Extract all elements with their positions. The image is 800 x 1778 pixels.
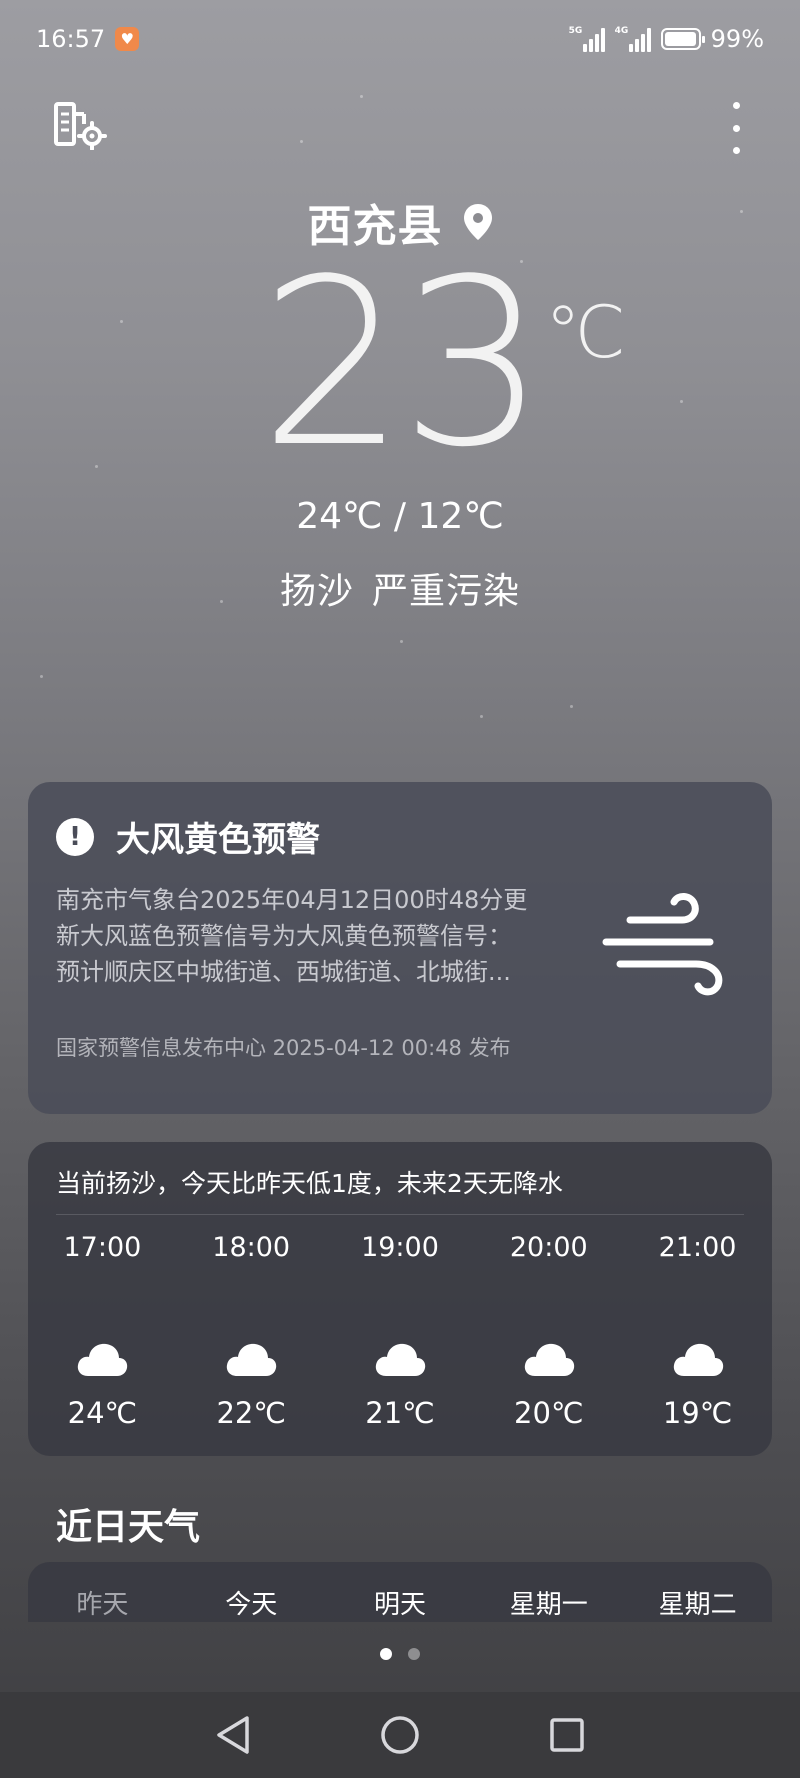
hour-item: 18:00 22℃ — [177, 1232, 326, 1430]
day-label[interactable]: 星期二 — [623, 1584, 772, 1621]
divider — [56, 1214, 744, 1215]
daily-section-title: 近日天气 — [56, 1507, 201, 1548]
hourly-summary: 当前扬沙，今天比昨天低1度，未来2天无降水 — [56, 1169, 563, 1198]
hour-temp: 21℃ — [365, 1396, 435, 1430]
hour-temp: 20℃ — [514, 1396, 584, 1430]
hour-time: 20:00 — [509, 1232, 588, 1263]
dust-particle — [40, 675, 43, 678]
status-left: 16:57 ♥ — [36, 25, 140, 53]
cloudy-icon — [225, 1340, 277, 1378]
page-dot[interactable] — [408, 1648, 420, 1660]
day-label[interactable]: 昨天 — [28, 1584, 177, 1621]
hour-time: 18:00 — [212, 1232, 291, 1263]
hour-temp: 22℃ — [216, 1396, 286, 1430]
signal-5g-icon: 5G — [569, 26, 605, 52]
dust-particle — [520, 260, 523, 263]
cloudy-icon — [76, 1340, 128, 1378]
dust-particle — [400, 640, 403, 643]
cloudy-icon — [523, 1340, 575, 1378]
current-temperature: 23 — [259, 231, 547, 498]
hour-time: 17:00 — [63, 1232, 142, 1263]
battery-icon — [660, 28, 705, 50]
dust-particle — [120, 320, 123, 323]
hour-temp: 24℃ — [67, 1396, 138, 1430]
battery-percent: 99% — [710, 25, 764, 53]
alert-source: 国家预警信息发布中心 2025-04-12 00:48 发布 — [56, 1036, 511, 1060]
hourly-list: 17:00 24℃ 18:00 22℃ 19:00 21℃ 20:00 20℃ … — [28, 1232, 772, 1430]
day-label[interactable]: 星期一 — [474, 1584, 623, 1621]
dust-particle — [480, 715, 483, 718]
alert-line: 预计顺庆区中城街道、西城街道、北城街... — [56, 958, 511, 986]
strong-wind-icon — [600, 890, 736, 996]
dust-particle — [300, 140, 303, 143]
weather-alert-card[interactable]: ! 大风黄色预警 南充市气象台2025年04月12日00时48分更 新大风蓝色预… — [28, 782, 772, 1114]
day-label[interactable]: 今天 — [177, 1584, 326, 1621]
hour-time: 19:00 — [361, 1232, 439, 1263]
alert-header: ! 大风黄色预警 — [56, 812, 320, 861]
signal-tag: 4G — [614, 26, 629, 36]
more-vertical-icon[interactable] — [724, 100, 748, 156]
page-indicator — [0, 1648, 800, 1660]
dust-particle — [95, 465, 98, 468]
city-settings-icon[interactable] — [52, 100, 108, 151]
daily-forecast-card[interactable]: 昨天 今天 明天 星期一 星期二 — [28, 1562, 772, 1622]
temperature-range: 24℃ / 12℃ — [296, 496, 504, 537]
system-nav-bar — [0, 1692, 800, 1778]
status-time: 16:57 — [36, 25, 106, 53]
dust-particle — [360, 95, 363, 98]
current-condition: 扬沙 严重污染 — [0, 562, 800, 614]
weather-condition: 扬沙 — [279, 571, 354, 612]
alert-title: 大风黄色预警 — [116, 820, 320, 860]
home-circle-icon[interactable] — [378, 1713, 422, 1757]
temperature-unit: ℃ — [545, 290, 626, 374]
hour-item: 20:00 20℃ — [474, 1232, 623, 1430]
recents-square-icon[interactable] — [545, 1713, 589, 1757]
dust-particle — [680, 400, 683, 403]
alert-body: 南充市气象台2025年04月12日00时48分更 新大风蓝色预警信号为大风黄色预… — [56, 882, 586, 990]
signal-4g-icon: 4G — [615, 26, 651, 52]
dust-particle — [570, 705, 573, 708]
hour-time: 21:00 — [658, 1232, 737, 1263]
hour-item: 21:00 19℃ — [623, 1232, 772, 1430]
alert-line: 南充市气象台2025年04月12日00时48分更 — [56, 886, 528, 914]
hour-item: 17:00 24℃ — [28, 1232, 177, 1430]
cloudy-icon — [374, 1340, 426, 1378]
dust-particle — [220, 600, 223, 603]
dust-particle — [740, 210, 743, 213]
daily-list: 昨天 今天 明天 星期一 星期二 — [28, 1562, 772, 1621]
hour-temp: 19℃ — [662, 1396, 733, 1430]
page-dot-active[interactable] — [380, 1648, 392, 1660]
battery-fill — [664, 32, 697, 46]
exclamation-icon: ! — [56, 817, 94, 856]
hourly-forecast-card[interactable]: 当前扬沙，今天比昨天低1度，未来2天无降水 17:00 24℃ 18:00 22… — [28, 1142, 772, 1456]
day-label[interactable]: 明天 — [326, 1584, 475, 1621]
signal-tag: 5G — [568, 26, 583, 36]
heart-app-icon: ♥ — [115, 27, 140, 51]
hour-item: 19:00 21℃ — [326, 1232, 475, 1430]
status-right: 5G 4G 99% — [569, 25, 764, 53]
status-bar: 16:57 ♥ 5G 4G 99% — [0, 0, 800, 78]
cloudy-icon — [672, 1340, 724, 1378]
alert-line: 新大风蓝色预警信号为大风黄色预警信号： — [56, 922, 512, 950]
back-triangle-icon[interactable] — [211, 1713, 255, 1757]
air-quality: 严重污染 — [372, 571, 521, 612]
